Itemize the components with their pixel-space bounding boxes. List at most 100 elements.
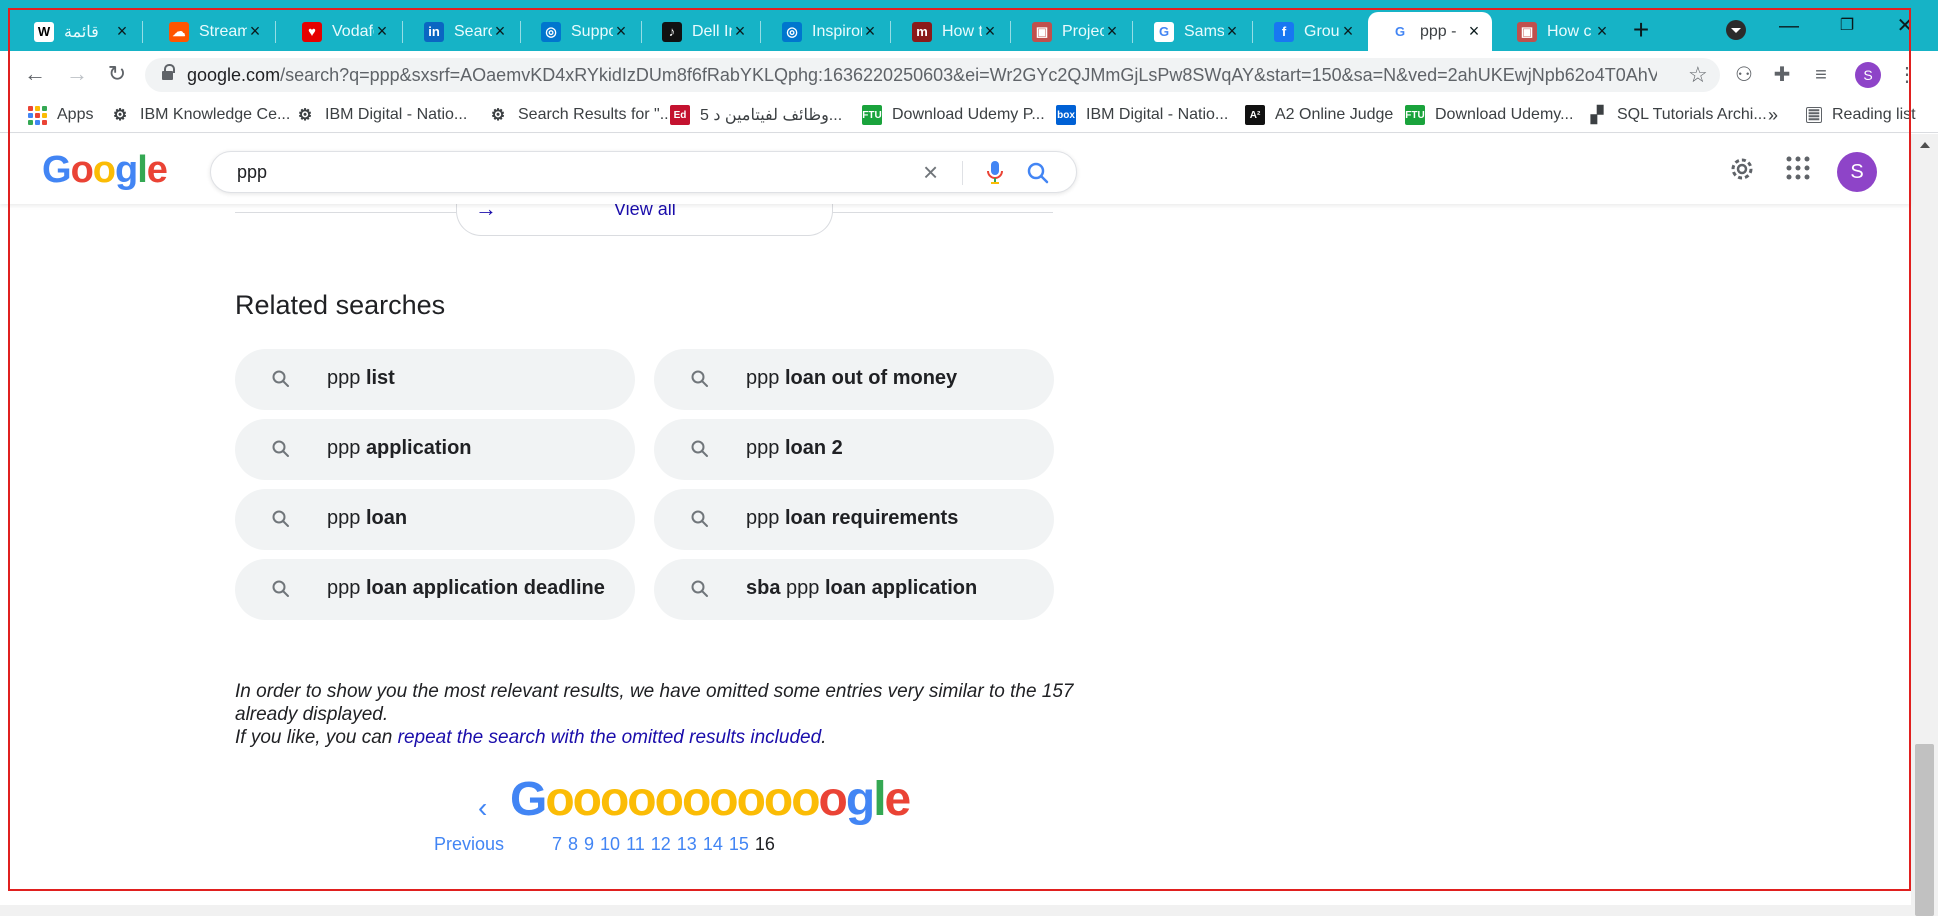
google-logo[interactable]: Google bbox=[42, 149, 168, 192]
page-number-link[interactable]: 10 bbox=[600, 834, 620, 854]
scroll-up-icon[interactable] bbox=[1920, 142, 1930, 148]
related-search-term: ppp bbox=[327, 437, 361, 459]
tab-close-icon[interactable]: × bbox=[862, 21, 878, 42]
bookmark-item[interactable]: ⚙ IBM Digital - Natio... bbox=[295, 103, 467, 127]
edraak-icon: Ed bbox=[670, 105, 690, 125]
search-submit-icon[interactable] bbox=[1026, 161, 1050, 185]
previous-page-link[interactable]: Previous bbox=[434, 834, 504, 855]
extensions-puzzle-icon[interactable]: ✚ bbox=[1771, 64, 1793, 86]
browser-tab[interactable]: f Group× bbox=[1252, 12, 1366, 51]
tab-close-icon[interactable]: × bbox=[732, 21, 748, 42]
bookmark-item[interactable]: A² A2 Online Judge bbox=[1245, 103, 1393, 127]
tab-close-icon[interactable]: × bbox=[1340, 21, 1356, 42]
bookmark-label: SQL Tutorials Archi... bbox=[1617, 106, 1767, 123]
media-control-icon[interactable]: ≡ bbox=[1810, 64, 1832, 86]
clear-search-icon[interactable]: × bbox=[923, 157, 938, 188]
tab-search-icon[interactable] bbox=[1726, 20, 1746, 40]
new-tab-button[interactable]: + bbox=[1627, 16, 1655, 45]
tab-close-icon[interactable]: × bbox=[1224, 21, 1240, 42]
tab-close-icon[interactable]: × bbox=[374, 21, 390, 42]
tab-close-icon[interactable]: × bbox=[247, 21, 263, 42]
related-search-chip[interactable]: sba ppp loan application bbox=[654, 559, 1054, 620]
ibm-icon: ⚙ bbox=[297, 107, 313, 124]
page-number-link[interactable]: 12 bbox=[651, 834, 671, 854]
voice-search-icon[interactable] bbox=[987, 161, 1003, 185]
lock-icon[interactable] bbox=[162, 64, 175, 82]
related-search-chip[interactable]: ppp list bbox=[235, 349, 635, 410]
scrollbar-thumb[interactable] bbox=[1915, 744, 1934, 916]
repeat-search-link[interactable]: repeat the search with the omitted resul… bbox=[398, 727, 822, 748]
page-number-link[interactable]: 11 bbox=[626, 834, 645, 854]
bookmark-item[interactable]: FTU Download Udemy P... bbox=[862, 103, 1045, 127]
related-search-chip[interactable]: ppp loan 2 bbox=[654, 419, 1054, 480]
tab-close-icon[interactable]: × bbox=[613, 21, 629, 42]
page-number-link[interactable]: 14 bbox=[703, 834, 723, 854]
forward-button[interactable]: → bbox=[62, 59, 92, 89]
bookmark-item[interactable]: Ed 5 وظائف لفيتامين د... bbox=[670, 103, 842, 127]
related-search-chip[interactable]: ppp loan requirements bbox=[654, 489, 1054, 550]
browser-tab[interactable]: in Search× bbox=[402, 12, 518, 51]
page-number-link[interactable]: 15 bbox=[729, 834, 749, 854]
search-input[interactable]: ppp bbox=[237, 162, 267, 183]
browser-tab[interactable]: ♥ Vodafone× bbox=[280, 12, 400, 51]
bookmark-item[interactable]: ⚙ IBM Knowledge Ce... bbox=[110, 103, 290, 127]
search-icon bbox=[272, 370, 289, 387]
search-box[interactable]: ppp × bbox=[210, 151, 1077, 193]
tab-title: How to bbox=[942, 22, 982, 40]
browser-tab[interactable]: ▣ Project× bbox=[1010, 12, 1130, 51]
bookmark-item[interactable]: FTU Download Udemy... bbox=[1405, 103, 1573, 127]
page-number-link[interactable]: 9 bbox=[584, 834, 594, 854]
google-account-avatar[interactable]: S bbox=[1837, 152, 1877, 192]
browser-tab[interactable]: ◎ Support× bbox=[519, 12, 639, 51]
bookmark-item[interactable]: box IBM Digital - Natio... bbox=[1056, 103, 1228, 127]
bookmark-star-icon[interactable]: ☆ bbox=[1688, 62, 1708, 88]
page-scrollbar[interactable] bbox=[1911, 134, 1938, 916]
browser-tab[interactable]: m How to× bbox=[890, 12, 1008, 51]
browser-tab[interactable]: W قائمة × bbox=[12, 12, 140, 51]
google-apps-grid-icon[interactable] bbox=[1785, 155, 1811, 181]
browser-tab[interactable]: ▣ How c × bbox=[1495, 12, 1620, 51]
browser-tab[interactable]: ☁ Stream × bbox=[147, 12, 273, 51]
tab-close-icon[interactable]: × bbox=[982, 21, 998, 42]
related-search-chip[interactable]: ppp loan application deadline bbox=[235, 559, 635, 620]
browser-tab[interactable]: G Samsung× bbox=[1132, 12, 1250, 51]
related-search-term-bold: loan requirements bbox=[784, 507, 959, 529]
tab-separator bbox=[142, 21, 143, 43]
chrome-menu-icon[interactable]: ⋮ bbox=[1896, 64, 1918, 86]
page-number-link[interactable]: 7 bbox=[552, 834, 562, 854]
related-search-chip[interactable]: ppp loan bbox=[235, 489, 635, 550]
tab-close-icon[interactable]: × bbox=[114, 21, 130, 42]
address-bar[interactable]: google.com/search?q=ppp&sxsrf=AOaemvKD4x… bbox=[145, 58, 1720, 92]
tab-close-icon[interactable]: × bbox=[1104, 21, 1120, 42]
url-text[interactable]: google.com/search?q=ppp&sxsrf=AOaemvKD4x… bbox=[187, 65, 1657, 86]
reload-button[interactable]: ↻ bbox=[102, 59, 132, 89]
extension-icon[interactable]: ⚇ bbox=[1733, 64, 1755, 86]
minimize-button[interactable]: — bbox=[1774, 14, 1804, 38]
back-button[interactable]: ← bbox=[20, 59, 50, 89]
bookmark-item[interactable]: Apps bbox=[28, 103, 93, 127]
google-icon: G bbox=[1390, 21, 1410, 42]
browser-tab[interactable]: ♪ Dell Inc× bbox=[640, 12, 758, 51]
page-number-link[interactable]: 8 bbox=[568, 834, 578, 854]
close-window-button[interactable]: ✕ bbox=[1890, 14, 1920, 38]
facebook-icon: f bbox=[1274, 21, 1294, 42]
tab-title: Support bbox=[571, 22, 613, 40]
tab-close-icon[interactable]: × bbox=[492, 21, 508, 42]
tab-close-icon[interactable]: × bbox=[1594, 21, 1610, 42]
browser-tab[interactable]: Gppp - × bbox=[1368, 12, 1492, 51]
related-search-chip[interactable]: ppp loan out of money bbox=[654, 349, 1054, 410]
settings-gear-icon[interactable] bbox=[1728, 155, 1756, 183]
reading-list-button[interactable]: ≣ Reading list bbox=[1806, 103, 1916, 127]
previous-chevron-icon[interactable]: ‹ bbox=[478, 792, 487, 824]
google-icon: G bbox=[1154, 21, 1174, 42]
bookmarks-overflow-button[interactable]: » bbox=[1768, 103, 1778, 127]
browser-tab[interactable]: ◎ Inspiron× bbox=[760, 12, 888, 51]
related-search-term: ppp bbox=[327, 577, 361, 599]
tab-close-icon[interactable]: × bbox=[1466, 21, 1482, 42]
bookmark-item[interactable]: ▞ SQL Tutorials Archi... bbox=[1587, 103, 1767, 127]
restore-button[interactable]: ❐ bbox=[1832, 14, 1862, 38]
bookmark-item[interactable]: ⚙ Search Results for "... bbox=[488, 103, 673, 127]
profile-avatar[interactable]: S bbox=[1855, 62, 1881, 88]
related-search-chip[interactable]: ppp application bbox=[235, 419, 635, 480]
page-number-link[interactable]: 13 bbox=[677, 834, 697, 854]
